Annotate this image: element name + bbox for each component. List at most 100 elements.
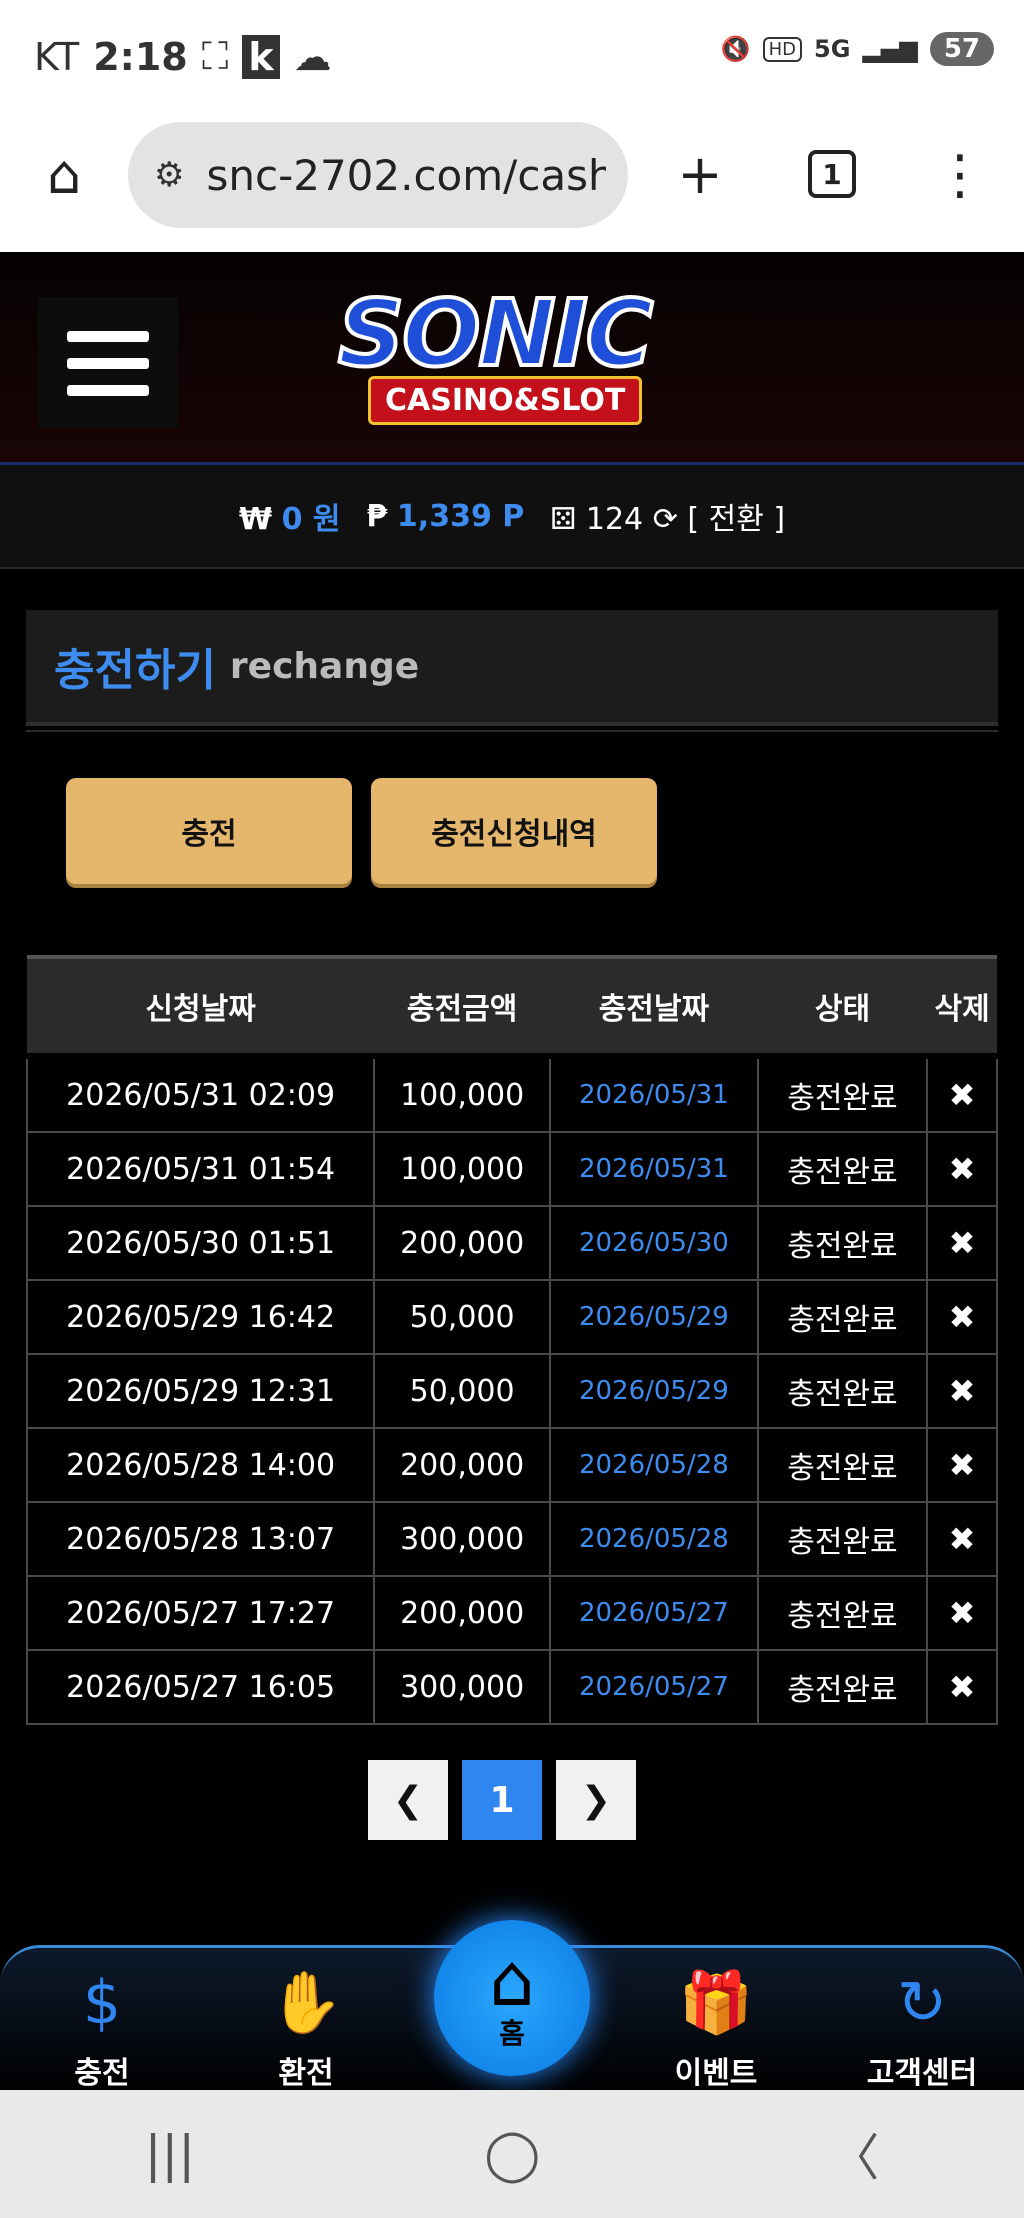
nav-home-button[interactable]: ⌂ 홈 xyxy=(434,1920,590,2076)
menu-icon[interactable] xyxy=(38,298,178,428)
point-balance: ₱ 1,339 P xyxy=(367,499,525,534)
charge-date: 2026/05/27 xyxy=(549,1649,759,1725)
request-date: 2026/05/31 02:09 xyxy=(25,1053,376,1133)
request-date: 2026/05/29 16:42 xyxy=(25,1279,376,1355)
charge-date: 2026/05/29 xyxy=(549,1353,759,1429)
delete-icon[interactable]: ✖ xyxy=(926,1649,998,1725)
tab-charge[interactable]: 충전 xyxy=(66,778,352,884)
table-row: 2026/05/29 12:31 50,000 2026/05/29 충전완료 ✖ xyxy=(25,1353,998,1429)
home-icon[interactable]: ⌂ xyxy=(34,143,94,206)
tab-count: 1 xyxy=(808,150,856,198)
support-24-icon: ↻ xyxy=(896,1968,948,2038)
section-subtitle: rechange xyxy=(229,645,420,687)
address-bar[interactable]: ⚙ snc-2702.com/cash_ xyxy=(128,122,628,228)
charge-date: 2026/05/31 xyxy=(549,1053,759,1133)
battery-indicator: 57 xyxy=(929,32,994,66)
refresh-icon[interactable]: ⟳ xyxy=(653,502,678,537)
more-menu-icon[interactable]: ⋮ xyxy=(930,143,990,206)
charge-date: 2026/05/29 xyxy=(549,1279,759,1355)
nav-support[interactable]: ↻ 고객센터 xyxy=(842,1958,1002,2092)
point-value: 1,339 P xyxy=(396,498,525,534)
delete-icon[interactable]: ✖ xyxy=(926,1279,998,1355)
header-request-date: 신청날짜 xyxy=(27,955,375,1056)
amount: 300,000 xyxy=(373,1649,552,1725)
table-row: 2026/05/31 02:09 100,000 2026/05/31 충전완료 ✖ xyxy=(25,1053,998,1133)
next-page-button[interactable]: ❯ xyxy=(556,1760,636,1840)
request-date: 2026/05/27 17:27 xyxy=(25,1575,376,1651)
gift-icon: 🎁 xyxy=(678,1968,754,2038)
nav-event-label: 이벤트 xyxy=(674,2056,758,2091)
header-charge-date: 충전날짜 xyxy=(550,955,758,1056)
signal-icon: ▂▄▆ xyxy=(862,35,918,63)
back-icon[interactable]: 〈 xyxy=(829,2118,879,2190)
nav-support-label: 고객센터 xyxy=(866,2056,978,2091)
charge-icon: $ xyxy=(82,1968,122,2038)
table-row: 2026/05/29 16:42 50,000 2026/05/29 충전완료 ✖ xyxy=(25,1279,998,1355)
convert-button[interactable]: [ 전환 ] xyxy=(687,502,785,537)
amount: 300,000 xyxy=(373,1501,552,1577)
system-nav-bar: ||| ◯ 〈 xyxy=(0,2090,1024,2218)
url-text[interactable]: snc-2702.com/cash_ xyxy=(206,151,606,200)
status: 충전완료 xyxy=(756,1427,929,1503)
hd-label: HD xyxy=(762,36,803,62)
page-number-current[interactable]: 1 xyxy=(462,1760,542,1840)
charge-date: 2026/05/27 xyxy=(549,1575,759,1651)
table-row: 2026/05/28 14:00 200,000 2026/05/28 충전완료 ✖ xyxy=(25,1427,998,1503)
clock: 2:18 xyxy=(93,34,188,79)
cloud-icon: ☁ xyxy=(293,34,332,79)
network-label: 5G xyxy=(814,35,851,63)
charge-date: 2026/05/28 xyxy=(549,1427,759,1503)
nav-event[interactable]: 🎁 이벤트 xyxy=(636,1958,796,2092)
amount: 200,000 xyxy=(373,1427,552,1503)
delete-icon[interactable]: ✖ xyxy=(926,1575,998,1651)
new-tab-icon[interactable]: + xyxy=(670,143,730,206)
table-row: 2026/05/27 17:27 200,000 2026/05/27 충전완료 ✖ xyxy=(25,1575,998,1651)
system-home-icon[interactable]: ◯ xyxy=(484,2125,540,2183)
site-settings-icon[interactable]: ⚙ xyxy=(154,155,184,195)
table-row: 2026/05/31 01:54 100,000 2026/05/31 충전완료 ✖ xyxy=(25,1131,998,1207)
delete-icon[interactable]: ✖ xyxy=(926,1053,998,1133)
status: 충전완료 xyxy=(756,1353,929,1429)
header-amount: 충전금액 xyxy=(374,955,551,1056)
table-row: 2026/05/28 13:07 300,000 2026/05/28 충전완료 ✖ xyxy=(25,1501,998,1577)
section-title: 충전하기 xyxy=(54,645,216,696)
exchange-icon: ✋ xyxy=(268,1968,344,2038)
amount: 100,000 xyxy=(373,1053,552,1133)
request-date: 2026/05/27 16:05 xyxy=(25,1649,376,1725)
site-logo[interactable]: SONIC CASINO&SLOT xyxy=(320,272,720,425)
nav-charge-label: 충전 xyxy=(74,2056,130,2091)
table-row: 2026/05/30 01:51 200,000 2026/05/30 충전완료 ✖ xyxy=(25,1205,998,1281)
amount: 100,000 xyxy=(373,1131,552,1207)
status: 충전완료 xyxy=(756,1649,929,1725)
nav-charge[interactable]: $ 충전 xyxy=(22,1958,182,2092)
amount: 50,000 xyxy=(373,1279,552,1355)
browser-toolbar: ⌂ ⚙ snc-2702.com/cash_ + 1 ⋮ xyxy=(0,118,1024,254)
site-header: SONIC CASINO&SLOT xyxy=(0,252,1024,465)
prev-page-button[interactable]: ❮ xyxy=(368,1760,448,1840)
amount: 50,000 xyxy=(373,1353,552,1429)
delete-icon[interactable]: ✖ xyxy=(926,1205,998,1281)
table-header-row: 신청날짜 충전금액 충전날짜 상태 삭제 xyxy=(27,955,997,1056)
charge-date: 2026/05/30 xyxy=(549,1205,759,1281)
tab-charge-history[interactable]: 충전신청내역 xyxy=(371,778,657,884)
delete-icon[interactable]: ✖ xyxy=(926,1501,998,1577)
status: 충전완료 xyxy=(756,1053,929,1133)
status: 충전완료 xyxy=(756,1501,929,1577)
divider xyxy=(26,730,998,732)
charge-date: 2026/05/31 xyxy=(549,1131,759,1207)
delete-icon[interactable]: ✖ xyxy=(926,1131,998,1207)
delete-icon[interactable]: ✖ xyxy=(926,1427,998,1503)
status: 충전완료 xyxy=(756,1131,929,1207)
header-status: 상태 xyxy=(757,955,928,1056)
won-balance: ₩ 0 원 xyxy=(239,494,341,538)
delete-icon[interactable]: ✖ xyxy=(926,1353,998,1429)
section-header: 충전하기 rechange xyxy=(26,610,998,726)
recent-apps-icon[interactable]: ||| xyxy=(145,2125,196,2183)
k-app-icon: k xyxy=(242,34,280,79)
request-date: 2026/05/30 01:51 xyxy=(25,1205,376,1281)
nav-exchange[interactable]: ✋ 환전 xyxy=(226,1958,386,2092)
charge-history-table: 신청날짜 충전금액 충전날짜 상태 삭제 2026/05/31 02:09 100… xyxy=(25,955,998,1725)
won-icon: ₩ xyxy=(238,502,273,537)
nav-exchange-label: 환전 xyxy=(278,2056,334,2091)
tab-switcher-button[interactable]: 1 xyxy=(802,144,862,204)
